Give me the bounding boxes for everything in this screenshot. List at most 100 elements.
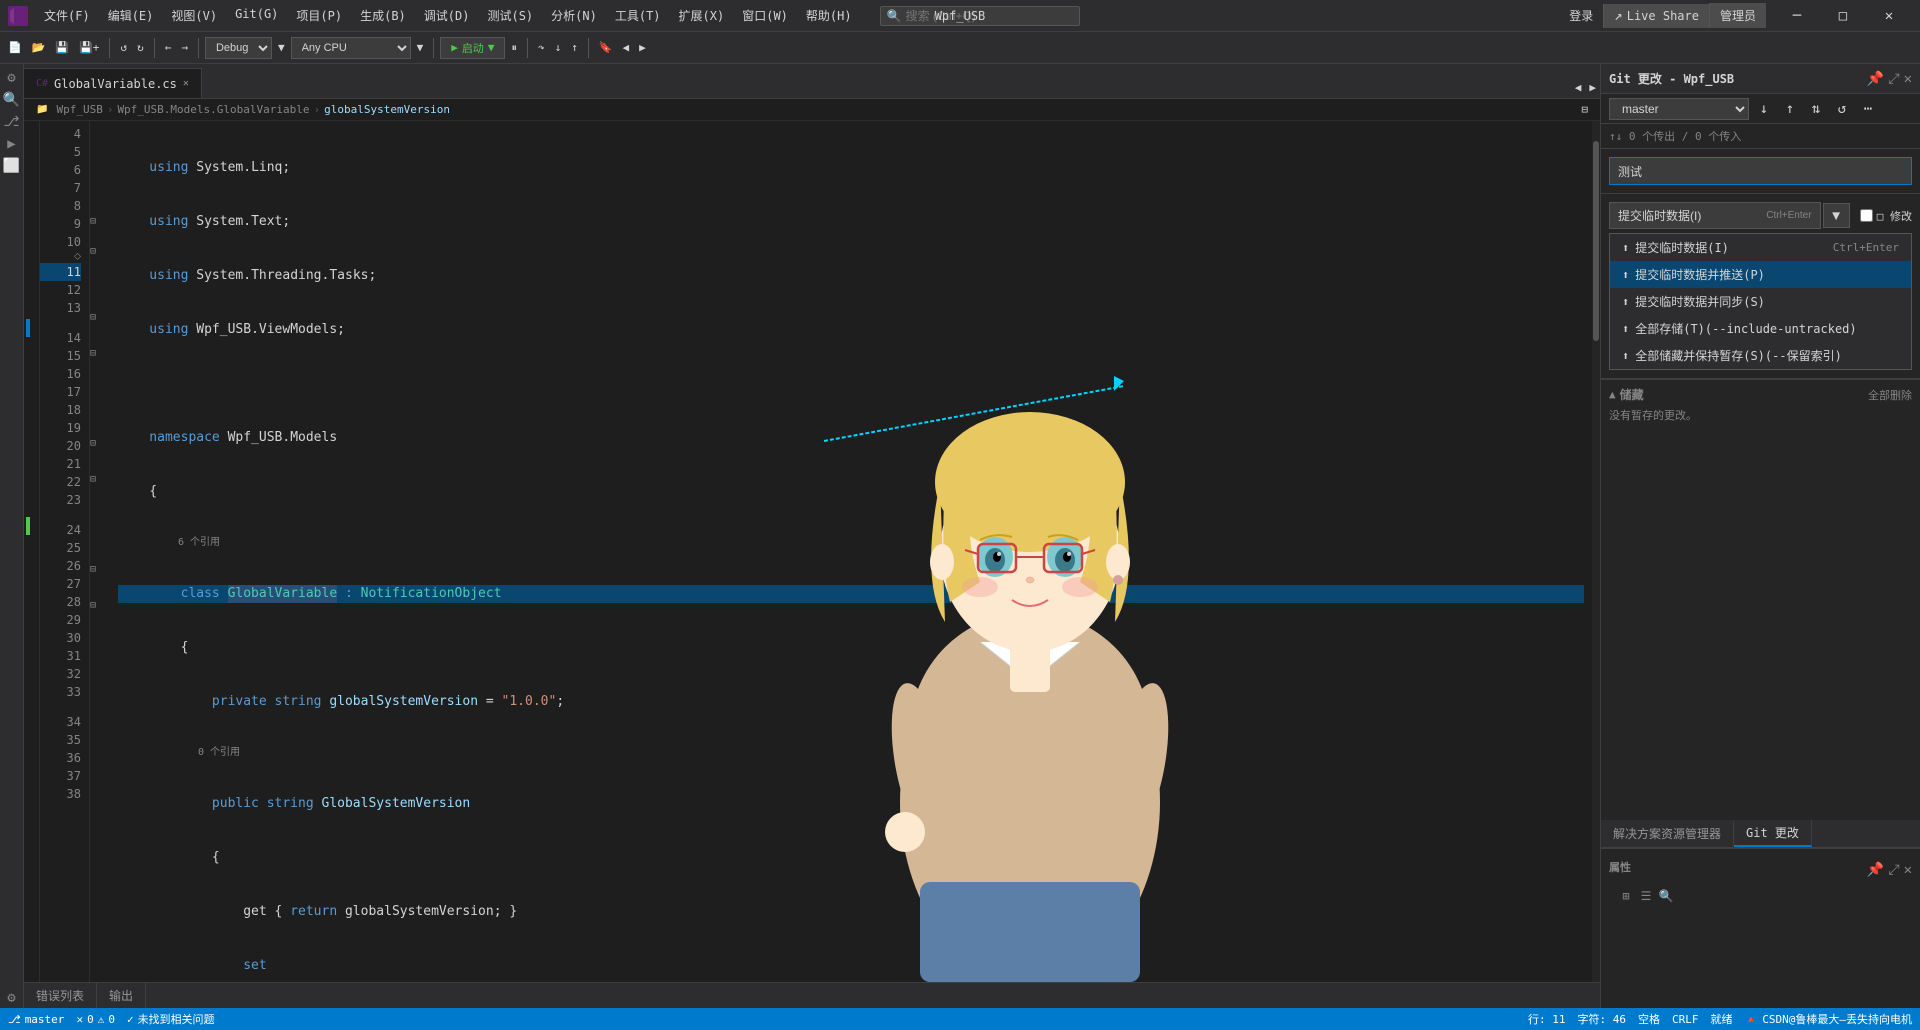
menu-file[interactable]: 文件(F)	[36, 3, 98, 28]
dropdown-item-commit[interactable]: ⬆ 提交临时数据(I) Ctrl+Enter	[1610, 234, 1911, 261]
properties-pin-icon[interactable]: 📌	[1867, 862, 1884, 878]
push-btn[interactable]: ↑	[1779, 98, 1801, 120]
menu-help[interactable]: 帮助(H)	[798, 3, 860, 28]
fold-property1[interactable]: ⊟	[90, 312, 96, 323]
tab-close-btn[interactable]: ✕	[183, 78, 189, 89]
prop-grid-icon[interactable]: ⊞	[1617, 887, 1635, 905]
start-dropdown-icon[interactable]: ▼	[488, 41, 495, 54]
tab-errors[interactable]: 错误列表	[24, 983, 97, 1008]
minimize-button[interactable]: ─	[1774, 0, 1820, 32]
activity-run-icon[interactable]: ▶	[2, 134, 22, 154]
dropdown-item-stash-keep[interactable]: ⬆ 全部储藏并保持暂存(S)(--保留索引)	[1610, 342, 1911, 369]
modify-checkbox[interactable]	[1860, 209, 1873, 222]
prop-list-icon[interactable]: ☰	[1637, 887, 1655, 905]
menu-edit[interactable]: 编辑(E)	[100, 3, 162, 28]
dropdown-item-commit-push[interactable]: ⬆ 提交临时数据并推送(P)	[1610, 261, 1911, 288]
toolbar-saveall[interactable]: 💾+	[75, 38, 103, 57]
tab-globalvariable[interactable]: C# GlobalVariable.cs ✕	[24, 68, 202, 98]
admin-button[interactable]: 管理员	[1709, 3, 1766, 28]
menu-debug[interactable]: 调试(D)	[416, 3, 478, 28]
breadcrumb-class[interactable]: Wpf_USB.Models.GlobalVariable	[117, 103, 309, 116]
scroll-tabs-right[interactable]: ▶	[1585, 77, 1600, 98]
status-ready[interactable]: ✓ 未找到相关问题	[127, 1011, 215, 1027]
code-content[interactable]: using System.Linq; using System.Text; us…	[110, 121, 1592, 982]
toolbar-new[interactable]: 📄	[4, 38, 26, 57]
fetch-btn[interactable]: ↓	[1753, 98, 1775, 120]
status-ready-text[interactable]: 就绪	[1711, 1011, 1733, 1027]
breadcrumb-member[interactable]: globalSystemVersion	[324, 103, 450, 116]
fold-setter2[interactable]: ⊟	[90, 474, 96, 485]
status-git-branch[interactable]: ⎇ master	[8, 1013, 64, 1026]
platform-dropdown[interactable]: Any CPU	[291, 37, 411, 59]
toolbar-back[interactable]: ←	[161, 38, 176, 57]
bookmark-prev[interactable]: ◀	[619, 38, 634, 57]
stash-section-header[interactable]: ▲ 储藏 全部删除	[1609, 386, 1912, 403]
menu-view[interactable]: 视图(V)	[163, 3, 225, 28]
close-button[interactable]: ✕	[1866, 0, 1912, 32]
tab-output[interactable]: 输出	[97, 983, 146, 1008]
prop-search-icon[interactable]: 🔍	[1657, 887, 1675, 905]
dropdown-item-stash-all[interactable]: ⬆ 全部存储(T)(--include-untracked)	[1610, 315, 1911, 342]
close-panel-icon[interactable]: ✕	[1904, 71, 1912, 87]
fold-property3[interactable]: ⊟	[90, 564, 96, 575]
login-button[interactable]: 登录	[1559, 7, 1603, 24]
dropdown-item-commit-sync[interactable]: ⬆ 提交临时数据并同步(S)	[1610, 288, 1911, 315]
menu-tools[interactable]: 工具(T)	[607, 3, 669, 28]
commit-message-input[interactable]	[1609, 157, 1912, 185]
nav-git-changes[interactable]: Git 更改	[1734, 820, 1812, 847]
nav-solution-explorer[interactable]: 解决方案资源管理器	[1601, 821, 1734, 846]
toolbar-undo[interactable]: ↺	[116, 38, 131, 57]
start-button[interactable]: ▶ 启动 ▼	[440, 37, 505, 59]
mini-scrollbar[interactable]	[1592, 121, 1600, 982]
fold-property2[interactable]: ⊟	[90, 438, 96, 449]
toolbar-save[interactable]: 💾	[51, 38, 73, 57]
breadcrumb-project[interactable]: Wpf_USB	[56, 103, 102, 116]
delete-all-btn[interactable]: 全部删除	[1868, 387, 1912, 403]
bookmark-btn[interactable]: 🔖	[595, 38, 617, 57]
properties-maximize-icon[interactable]: ⤢	[1888, 862, 1899, 878]
commit-button[interactable]: 提交临时数据(I) Ctrl+Enter	[1609, 202, 1821, 229]
menu-window[interactable]: 窗口(W)	[734, 3, 796, 28]
properties-close-icon[interactable]: ✕	[1904, 862, 1912, 878]
toolbar-redo[interactable]: ↻	[133, 38, 148, 57]
step-out-btn[interactable]: ↑	[567, 38, 582, 57]
fold-class[interactable]: ⊟	[90, 246, 96, 257]
activity-search-icon[interactable]: 🔍	[2, 90, 22, 110]
menu-extensions[interactable]: 扩展(X)	[671, 3, 733, 28]
activity-extensions-icon[interactable]: ⬜	[2, 156, 22, 176]
status-encoding[interactable]: CRLF	[1672, 1011, 1699, 1027]
status-line[interactable]: 行: 11	[1528, 1011, 1566, 1027]
toolbar-open[interactable]: 📂	[28, 38, 50, 57]
branch-dropdown[interactable]: master	[1609, 98, 1749, 120]
debug-config-dropdown[interactable]: Debug	[205, 37, 272, 59]
expand-panel-btn[interactable]: 📁	[32, 104, 52, 115]
maximize-panel-icon[interactable]: ⤢	[1888, 71, 1899, 87]
bookmark-next[interactable]: ▶	[635, 38, 650, 57]
menu-project[interactable]: 项目(P)	[288, 3, 350, 28]
pull-btn[interactable]: ⇅	[1805, 98, 1827, 120]
status-csdn[interactable]: 🔺 CSDN@鲁棒最大—丢失持向电机	[1745, 1011, 1912, 1027]
fold-setter1[interactable]: ⊟	[90, 348, 96, 359]
activity-git-icon[interactable]: ⎇	[2, 112, 22, 132]
pause-btn[interactable]: ⏸	[507, 38, 521, 58]
live-share-button[interactable]: ↗ Live Share	[1603, 4, 1709, 28]
fold-setter3[interactable]: ⊟	[90, 600, 96, 611]
step-into-btn[interactable]: ↓	[551, 38, 566, 57]
toolbar-forward[interactable]: →	[177, 38, 192, 57]
platform-dropdown-btn[interactable]: ▼	[413, 38, 428, 57]
status-col[interactable]: 字符: 46	[1578, 1011, 1627, 1027]
menu-build[interactable]: 生成(B)	[352, 3, 414, 28]
maximize-button[interactable]: □	[1820, 0, 1866, 32]
status-spaces[interactable]: 空格	[1638, 1011, 1660, 1027]
debug-config-dropdown-btn[interactable]: ▼	[274, 38, 289, 57]
collapse-btn[interactable]: ⊟	[1577, 100, 1592, 119]
step-over-btn[interactable]: ↷	[534, 38, 549, 57]
activity-debug-icon[interactable]: ⚙	[2, 68, 22, 88]
menu-git[interactable]: Git(G)	[227, 3, 286, 28]
more-actions[interactable]: ⋯	[1857, 98, 1879, 120]
commit-dropdown-btn[interactable]: ▼	[1823, 203, 1850, 228]
activity-settings-icon[interactable]: ⚙	[2, 988, 22, 1008]
status-errors[interactable]: ✕ 0 ⚠ 0	[76, 1013, 115, 1026]
sync-btn[interactable]: ↺	[1831, 98, 1853, 120]
pin-icon[interactable]: 📌	[1867, 71, 1884, 87]
